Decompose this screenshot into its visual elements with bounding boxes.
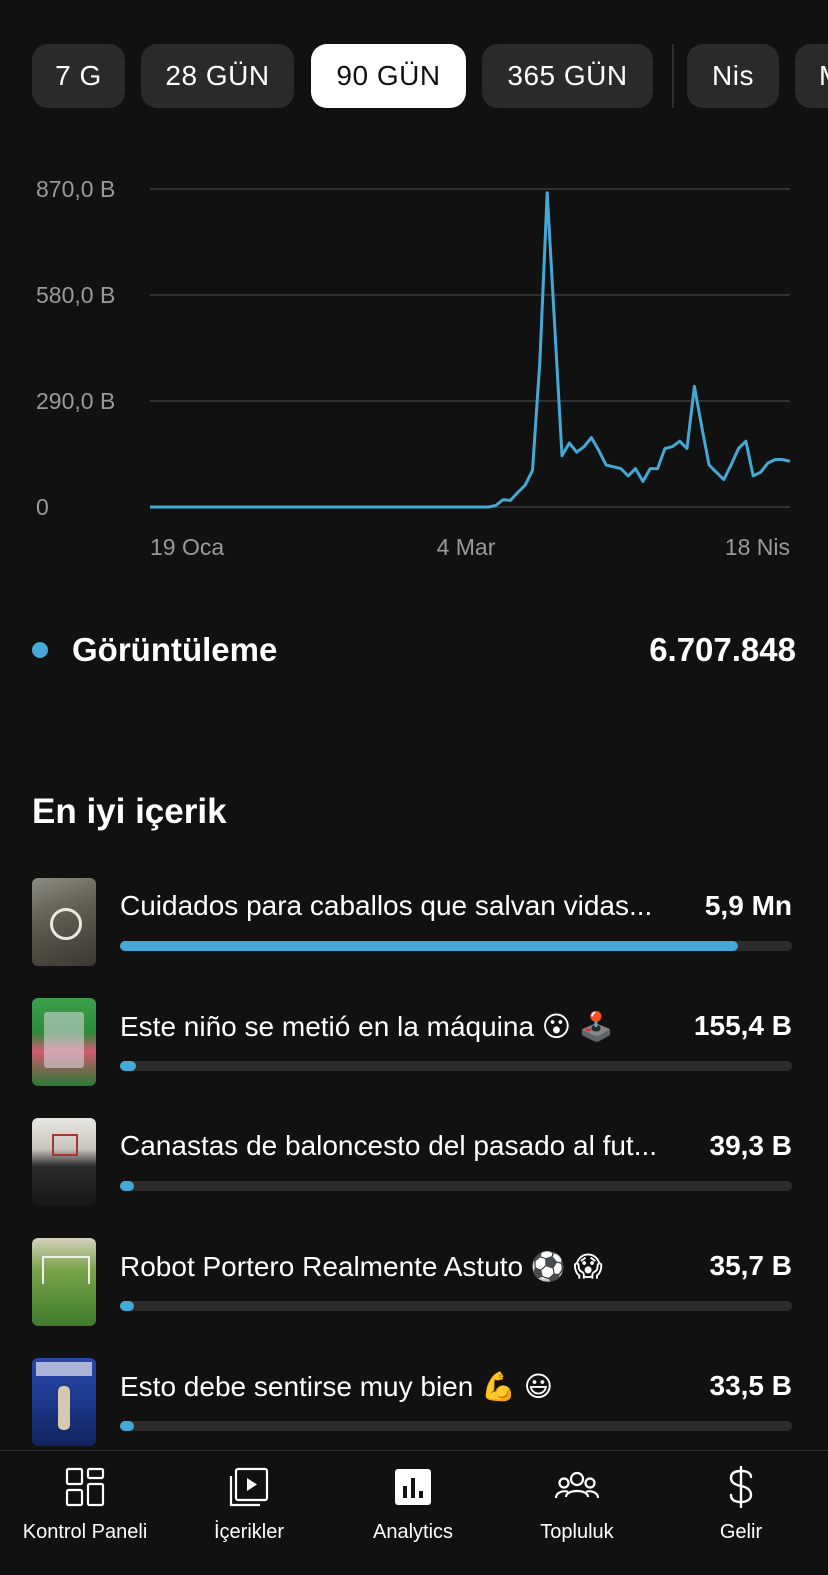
metric-label: Görüntüleme xyxy=(72,631,278,668)
progress-fill xyxy=(120,1181,134,1191)
nav-label: İçerikler xyxy=(213,1521,284,1543)
nav-label: Topluluk xyxy=(540,1521,614,1543)
metric-row[interactable]: Görüntüleme 6.707.848 xyxy=(32,620,796,680)
top-content-title: En iyi içerik xyxy=(32,792,227,831)
content-title: Este niño se metió en la máquina 😮 🕹️ xyxy=(120,1011,614,1042)
progress-track xyxy=(120,941,792,951)
top-content-list: Cuidados para caballos que salvan vidas.… xyxy=(32,878,796,1478)
nav-revenue[interactable]: Gelir xyxy=(658,1465,824,1544)
chip-april[interactable]: Nis xyxy=(687,44,779,108)
nav-label: Analytics xyxy=(372,1521,454,1543)
nav-analytics[interactable]: Analytics xyxy=(330,1465,496,1544)
dollar-icon xyxy=(719,1465,763,1509)
chip-may[interactable]: M xyxy=(795,44,828,108)
video-thumbnail xyxy=(32,1238,96,1326)
x-tick-label: 18 Nis xyxy=(725,534,790,560)
content-title: Cuidados para caballos que salvan vidas.… xyxy=(120,890,653,921)
metric-total: 6.707.848 xyxy=(649,631,796,668)
legend-dot xyxy=(32,642,48,658)
chip-28-days[interactable]: 28 GÜN xyxy=(141,44,294,108)
chip-365-days[interactable]: 365 GÜN xyxy=(482,44,653,108)
y-tick-label: 0 xyxy=(36,494,49,520)
chip-divider xyxy=(672,44,674,108)
nav-label: Kontrol Paneli xyxy=(22,1521,148,1543)
nav-label: Gelir xyxy=(719,1521,763,1543)
progress-fill xyxy=(120,1061,137,1071)
y-tick-label: 870,0 B xyxy=(36,176,115,202)
content-title: Esto debe sentirse muy bien 💪 😃 xyxy=(120,1371,553,1402)
content-views: 33,5 B xyxy=(709,1370,793,1401)
list-item[interactable]: Canastas de baloncesto del pasado al fut… xyxy=(32,1118,796,1238)
progress-fill xyxy=(120,1421,134,1431)
dashboard-icon xyxy=(63,1465,107,1509)
progress-track xyxy=(120,1421,792,1431)
progress-fill xyxy=(120,941,739,951)
list-item[interactable]: Robot Portero Realmente Astuto ⚽ 😱 35,7 … xyxy=(32,1238,796,1358)
bottom-nav: Kontrol Paneli İçerikler Analytics Toplu… xyxy=(0,1450,828,1575)
content-views: 155,4 B xyxy=(693,1010,792,1041)
list-item[interactable]: Cuidados para caballos que salvan vidas.… xyxy=(32,878,796,998)
video-thumbnail xyxy=(32,1358,96,1446)
progress-track xyxy=(120,1181,792,1191)
community-icon xyxy=(555,1465,599,1509)
video-thumbnail xyxy=(32,1118,96,1206)
series-line-views xyxy=(150,191,791,509)
progress-track xyxy=(120,1061,792,1071)
nav-content[interactable]: İçerikler xyxy=(166,1465,332,1544)
content-title: Canastas de baloncesto del pasado al fut… xyxy=(120,1130,658,1161)
chip-90-days[interactable]: 90 GÜN xyxy=(311,44,466,108)
analytics-icon xyxy=(391,1465,435,1509)
content-views: 5,9 Mn xyxy=(704,890,792,921)
nav-dashboard[interactable]: Kontrol Paneli xyxy=(2,1465,168,1544)
y-tick-label: 580,0 B xyxy=(36,282,115,308)
video-thumbnail xyxy=(32,878,96,966)
video-thumbnail xyxy=(32,998,96,1086)
progress-fill xyxy=(120,1301,134,1311)
list-item[interactable]: Este niño se metió en la máquina 😮 🕹️ 15… xyxy=(32,998,796,1118)
y-tick-label: 290,0 B xyxy=(36,388,115,414)
progress-track xyxy=(120,1301,792,1311)
nav-community[interactable]: Topluluk xyxy=(494,1465,660,1544)
content-icon xyxy=(227,1465,271,1509)
x-tick-label: 19 Oca xyxy=(150,534,224,560)
content-views: 39,3 B xyxy=(709,1130,793,1161)
range-chips: 7 G 28 GÜN 90 GÜN 365 GÜN Nis M xyxy=(32,44,828,108)
content-title: Robot Portero Realmente Astuto ⚽ 😱 xyxy=(120,1251,603,1282)
x-tick-label: 4 Mar xyxy=(437,534,496,560)
views-line-chart: 870,0 B 580,0 B 290,0 B 0 19 Oca 4 Mar 18 Nis xyxy=(36,176,791,560)
chip-7-days[interactable]: 7 G xyxy=(32,44,125,108)
content-views: 35,7 B xyxy=(709,1250,793,1281)
